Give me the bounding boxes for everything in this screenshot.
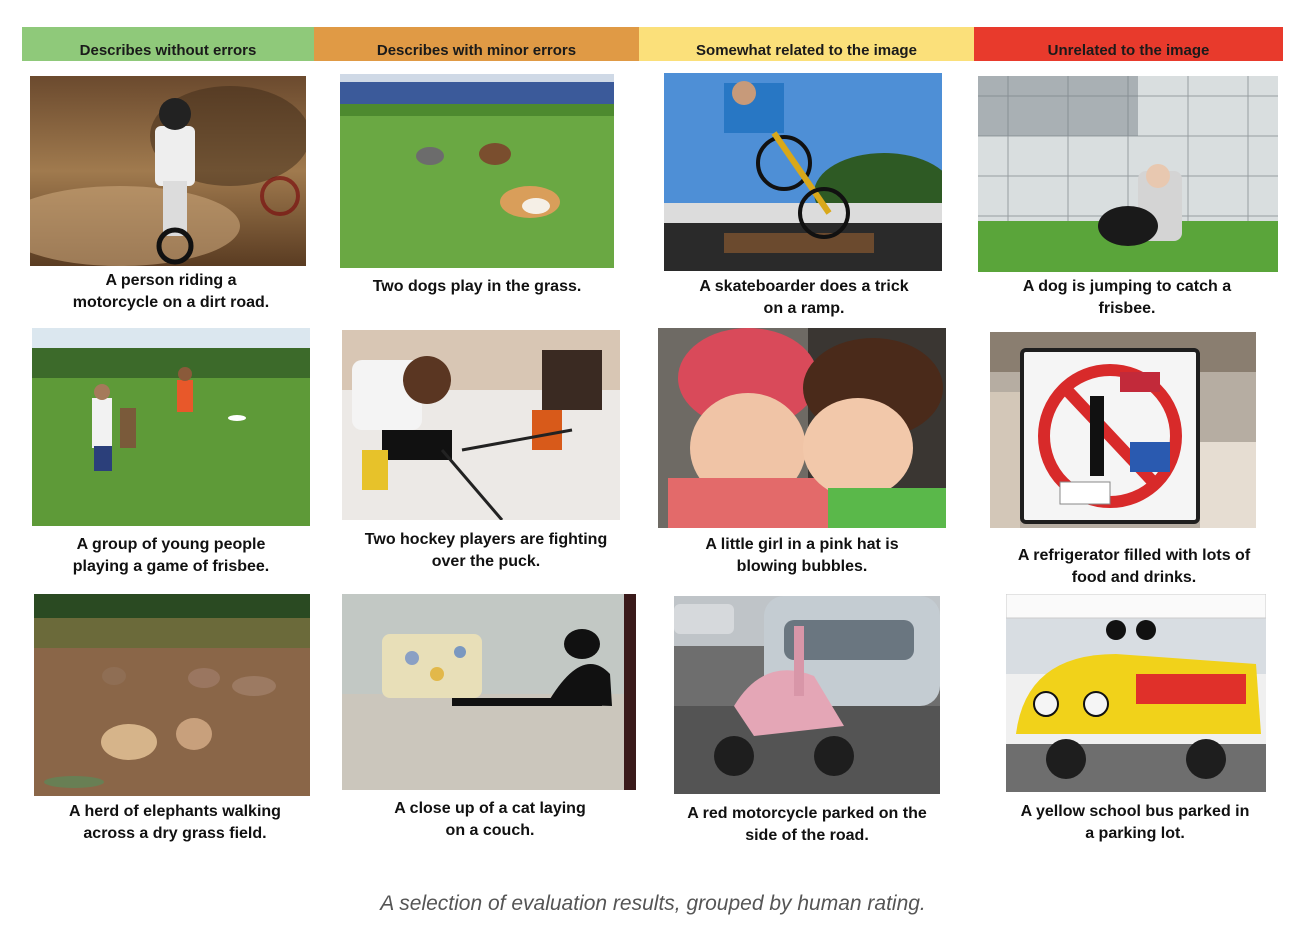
photo-motocross-rider — [30, 76, 306, 266]
image-caption: A skateboarder does a trick on a ramp. — [699, 278, 909, 317]
figure-caption: A selection of evaluation results, group… — [380, 892, 926, 915]
photo-dogs-running-on-grass — [340, 74, 614, 268]
photo-bmx-rider-on-ramp — [664, 73, 942, 271]
image-caption: A person riding a motorcycle on a dirt r… — [72, 272, 270, 311]
category-header-unrelated: Unrelated to the image — [974, 27, 1283, 61]
photo-no-parking-sign-with-stickers — [990, 332, 1256, 528]
image-caption: A red motorcycle parked on the side of t… — [687, 805, 927, 844]
photo-elephant-herd — [34, 594, 310, 796]
image-caption: A refrigerator filled with lots of food … — [1017, 547, 1251, 586]
category-header-minor-errors: Describes with minor errors — [314, 27, 639, 61]
photo-black-cat-on-couch — [342, 594, 636, 790]
image-caption: A yellow school bus parked in a parking … — [1020, 803, 1250, 842]
image-caption: A group of young people playing a game o… — [72, 536, 270, 575]
photo-hockey-players-on-ice — [342, 330, 620, 520]
photo-yellow-beetle-limousine — [1006, 594, 1266, 792]
image-caption: Two dogs play in the grass. — [372, 278, 582, 295]
image-caption: A close up of a cat laying on a couch. — [394, 800, 586, 839]
image-caption: A little girl in a pink hat is blowing b… — [705, 536, 899, 575]
category-header-without-errors: Describes without errors — [22, 27, 314, 61]
image-caption: A herd of elephants walking across a dry… — [69, 803, 281, 842]
photo-frisbee-players-on-field — [32, 328, 310, 526]
image-caption: Two hockey players are fighting over the… — [364, 531, 608, 570]
image-caption: A dog is jumping to catch a frisbee. — [1022, 278, 1232, 317]
photo-children-in-winter-hats — [658, 328, 946, 528]
photo-pink-scooter-in-parking-lot — [674, 596, 940, 794]
photo-woman-with-dog-by-fence — [978, 76, 1278, 272]
category-header-somewhat-related: Somewhat related to the image — [639, 27, 974, 61]
